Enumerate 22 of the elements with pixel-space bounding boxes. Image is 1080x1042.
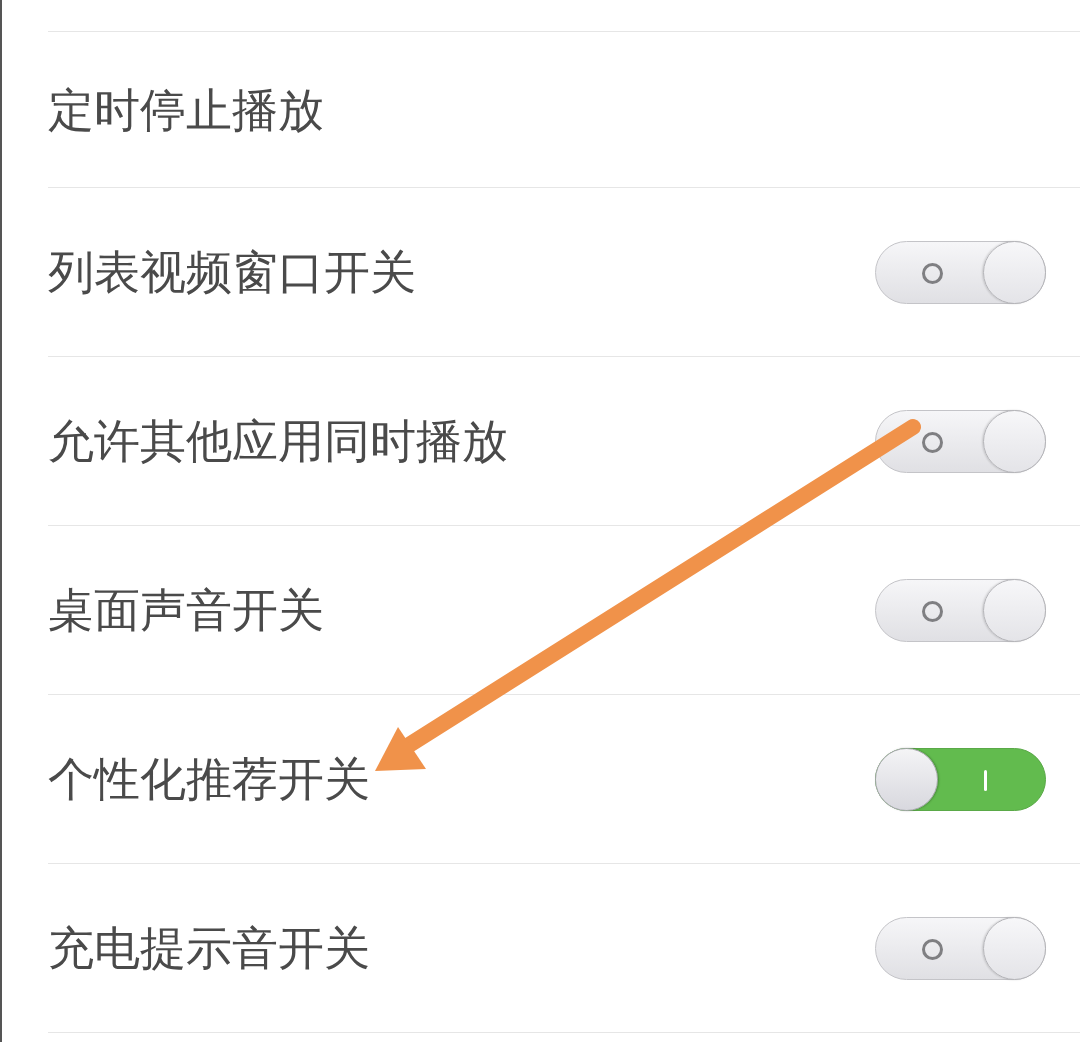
- setting-label: 列表视频窗口开关: [48, 249, 416, 295]
- off-ring-icon: [922, 262, 943, 284]
- off-ring-icon: [922, 600, 943, 622]
- switch-knob: [983, 409, 1046, 473]
- setting-label: 允许其他应用同时播放: [48, 418, 508, 464]
- settings-row[interactable]: 桌面声音开关: [48, 526, 1080, 695]
- off-ring-icon: [922, 431, 943, 453]
- on-bar-icon: [984, 769, 987, 791]
- setting-label: 桌面声音开关: [48, 587, 324, 633]
- switch-knob: [983, 578, 1046, 642]
- settings-row[interactable]: 允许其他应用同时播放: [48, 357, 1080, 526]
- switch-knob: [875, 747, 938, 811]
- settings-row[interactable]: 定时停止播放: [48, 32, 1080, 188]
- settings-row[interactable]: 充电提示音开关: [48, 864, 1080, 1033]
- settings-row[interactable]: 个性化推荐开关: [48, 695, 1080, 864]
- off-ring-icon: [922, 938, 943, 960]
- switch-knob: [983, 240, 1046, 304]
- setting-label: 个性化推荐开关: [48, 756, 370, 802]
- setting-label: 充电提示音开关: [48, 925, 370, 971]
- switch-knob: [983, 916, 1046, 980]
- setting-label: 定时停止播放: [48, 86, 324, 133]
- settings-row[interactable]: 列表视频窗口开关: [48, 188, 1080, 357]
